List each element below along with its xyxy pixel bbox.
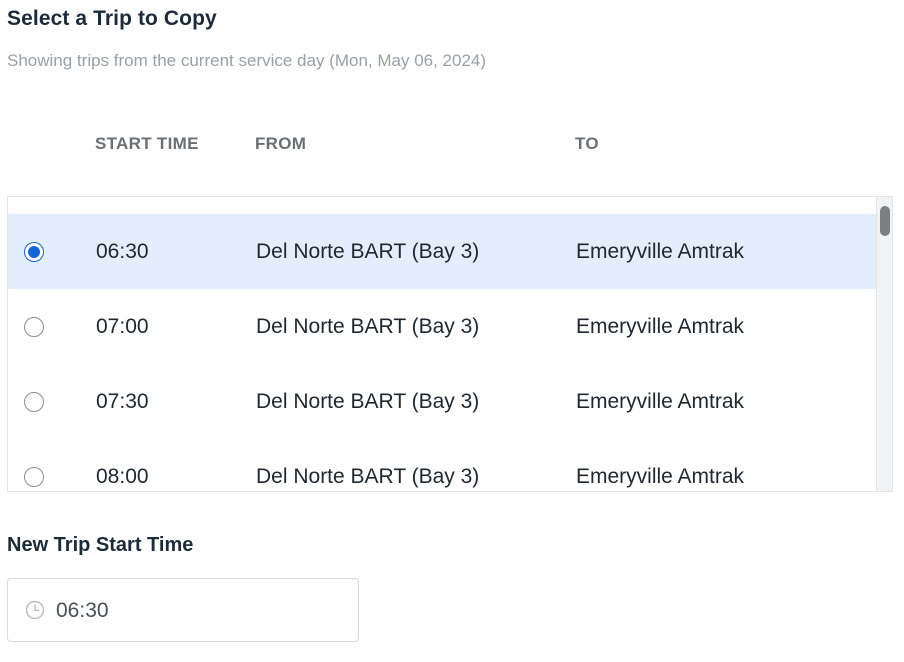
clock-icon [25, 600, 45, 620]
trip-to: Emeryville Amtrak [576, 390, 745, 413]
trip-start-time: 08:00 [96, 465, 149, 488]
trip-from: Del Norte BART (Bay 3) [256, 465, 480, 488]
trip-table: 06:30 Del Norte BART (Bay 3) Emeryville … [7, 196, 893, 492]
trip-radio[interactable] [24, 317, 44, 337]
column-header-to: TO [575, 134, 599, 153]
trip-start-time: 07:00 [96, 315, 149, 338]
trip-to: Emeryville Amtrak [576, 465, 745, 488]
page-subtitle: Showing trips from the current service d… [7, 51, 487, 70]
trip-radio[interactable] [24, 392, 44, 412]
scrollbar-thumb[interactable] [880, 206, 890, 236]
trip-to: Emeryville Amtrak [576, 240, 745, 263]
trip-from: Del Norte BART (Bay 3) [256, 315, 480, 338]
column-header-start-time: START TIME [95, 134, 199, 153]
table-scrollbar[interactable] [876, 197, 892, 491]
trip-to: Emeryville Amtrak [576, 315, 745, 338]
table-row[interactable]: 08:00 Del Norte BART (Bay 3) Emeryville … [8, 439, 878, 491]
trip-rows: 06:30 Del Norte BART (Bay 3) Emeryville … [8, 214, 878, 491]
trip-start-time: 07:30 [96, 390, 149, 413]
trip-radio[interactable] [24, 242, 44, 262]
page-title: Select a Trip to Copy [7, 7, 217, 30]
new-trip-start-time-input[interactable]: 06:30 [7, 578, 359, 642]
table-row[interactable]: 07:30 Del Norte BART (Bay 3) Emeryville … [8, 364, 878, 439]
new-trip-start-time-value: 06:30 [56, 599, 109, 622]
column-header-from: FROM [255, 134, 307, 153]
table-row[interactable]: 06:30 Del Norte BART (Bay 3) Emeryville … [8, 214, 878, 289]
new-trip-start-time-label: New Trip Start Time [7, 534, 194, 556]
trip-start-time: 06:30 [96, 240, 149, 263]
trip-radio[interactable] [24, 467, 44, 487]
trip-from: Del Norte BART (Bay 3) [256, 240, 480, 263]
trip-from: Del Norte BART (Bay 3) [256, 390, 480, 413]
copy-trip-panel: Select a Trip to Copy Showing trips from… [0, 0, 904, 662]
table-row[interactable]: 07:00 Del Norte BART (Bay 3) Emeryville … [8, 289, 878, 364]
